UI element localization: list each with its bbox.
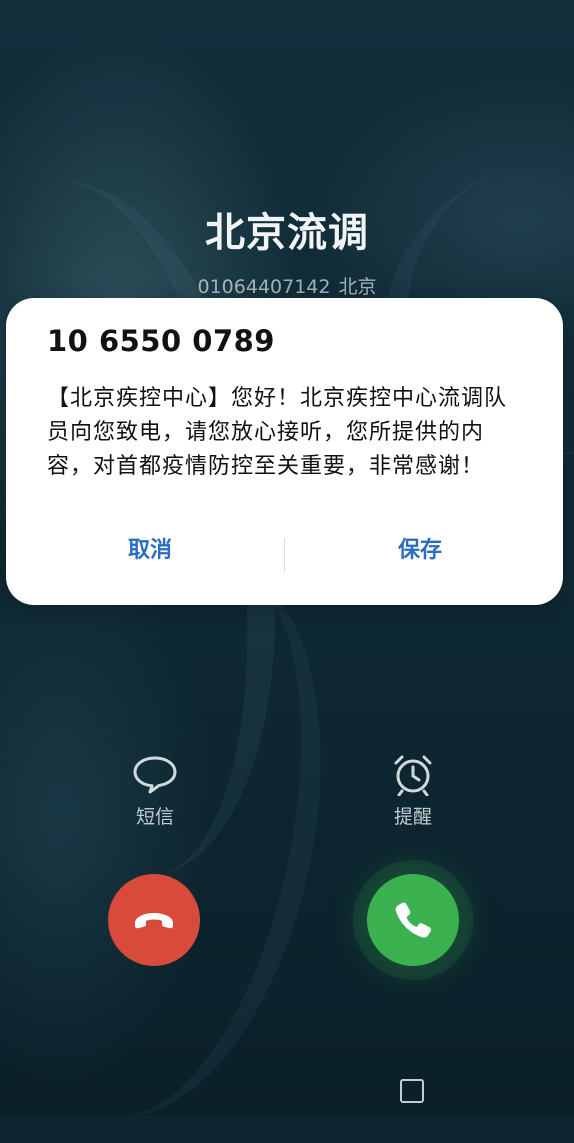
sms-reply-button[interactable]: 短信: [100, 752, 210, 829]
accept-call-button[interactable]: [367, 874, 459, 966]
wallpaper-swoosh: [0, 536, 368, 1143]
dialog-actions: 取消 保存: [6, 528, 563, 574]
remind-label: 提醒: [393, 806, 432, 828]
decline-call-button[interactable]: [108, 874, 200, 966]
cancel-button[interactable]: 取消: [16, 528, 284, 574]
message-bubble-icon: [133, 756, 177, 794]
phone-icon: [395, 902, 432, 938]
caller-number: 01064407142: [197, 276, 331, 298]
recent-apps-square-icon[interactable]: [400, 1079, 424, 1103]
sender-number: 10 6550 0789: [47, 324, 275, 358]
hang-up-icon: [135, 913, 173, 929]
alarm-clock-icon: [394, 755, 432, 796]
sms-label: 短信: [135, 806, 174, 828]
message-text: 【北京疾控中心】您好！北京疾控中心流调队员向您致电，请您放心接听，您所提供的内容…: [47, 386, 508, 479]
caller-info: 01064407142 北京: [0, 272, 574, 299]
caller-name: 北京流调: [205, 210, 369, 256]
remind-me-button[interactable]: 提醒: [358, 752, 468, 829]
caller-location: 北京: [338, 276, 377, 298]
message-dialog: 10 6550 0789 【北京疾控中心】您好！北京疾控中心流调队员向您致电，请…: [6, 298, 563, 605]
save-button[interactable]: 保存: [284, 528, 556, 574]
